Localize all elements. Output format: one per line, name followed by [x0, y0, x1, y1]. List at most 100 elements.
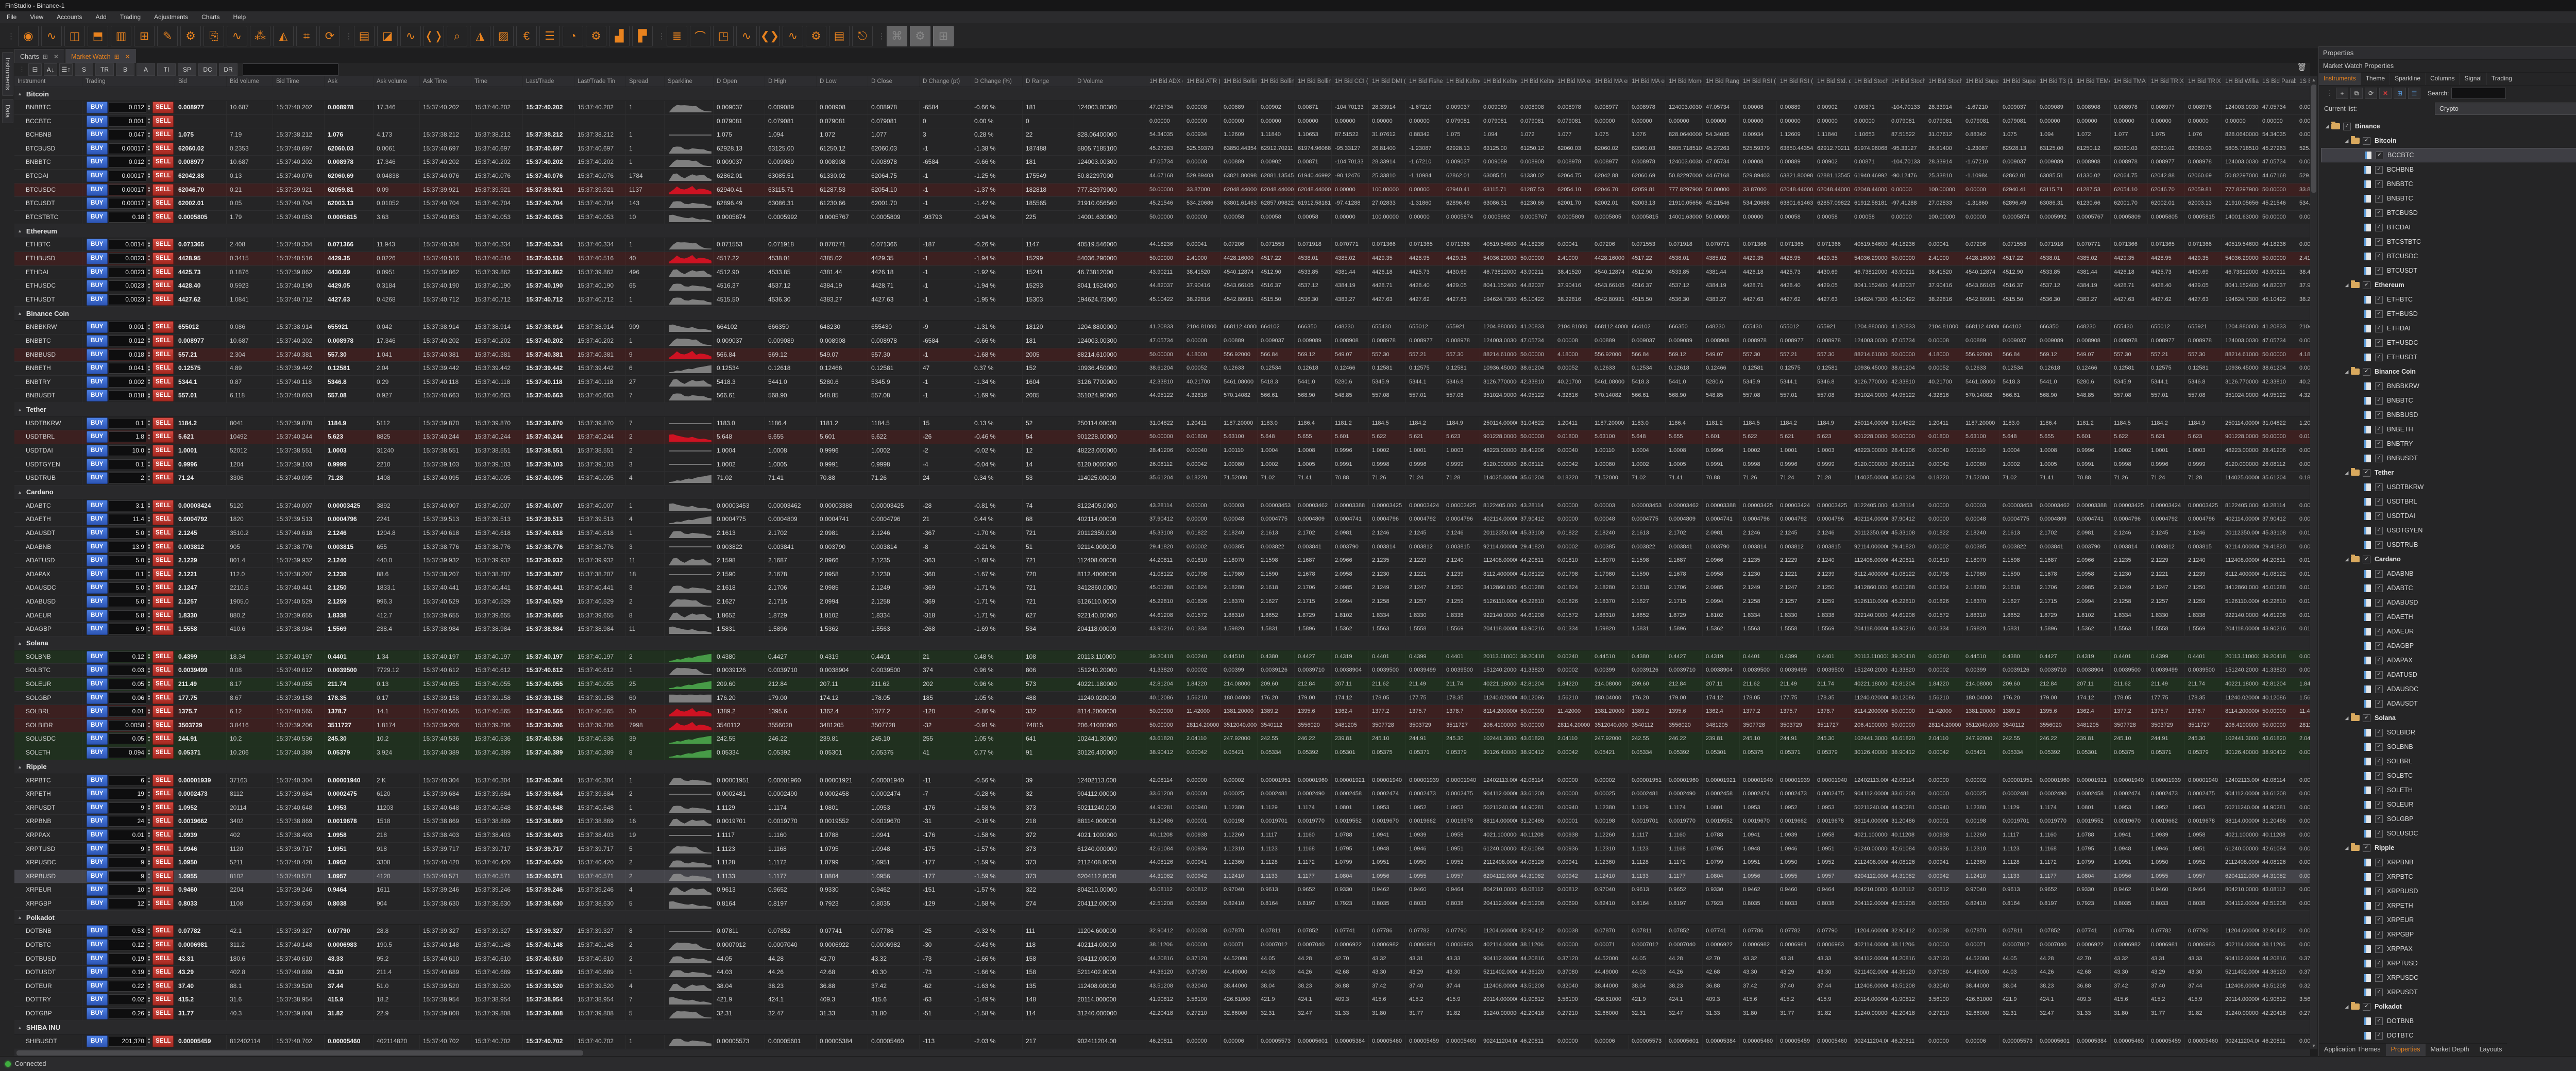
buy-button[interactable]: BUY: [87, 829, 108, 841]
column-header[interactable]: 1H Bid Super: [1962, 76, 1999, 87]
sell-button[interactable]: SELL: [152, 294, 174, 306]
quantity-stepper[interactable]: ▲▼: [146, 102, 152, 113]
sell-button[interactable]: SELL: [152, 843, 174, 855]
quantity-input[interactable]: 0.05: [109, 733, 146, 744]
column-header[interactable]: 1H Bid ATR (1: [1183, 76, 1221, 87]
spin-down-icon[interactable]: ▼: [146, 451, 152, 455]
table-row-adaeur[interactable]: ADAEURBUY5.8▲▼SELL1.8330880.215:37:39.65…: [14, 609, 2310, 623]
panel-search-input[interactable]: [2451, 88, 2506, 99]
sell-button[interactable]: SELL: [152, 802, 174, 814]
table-row-solbidr[interactable]: SOLBIDRBUY0.0058▲▼SELL35037293.841615:37…: [14, 719, 2310, 733]
collapse-icon[interactable]: ▲: [18, 311, 22, 316]
table-row-adausdc[interactable]: ADAUSDCBUY5.0▲▼SELL2.12472210.515:37:40.…: [14, 581, 2310, 595]
sell-button[interactable]: SELL: [152, 129, 174, 141]
tree-item-xrpusdc[interactable]: ✓XRPUSDC✕: [2321, 970, 2576, 985]
menu-accounts[interactable]: Accounts: [50, 11, 89, 23]
sell-button[interactable]: SELL: [152, 211, 174, 223]
buy-button[interactable]: BUY: [87, 253, 108, 264]
tree-item-usdtdai[interactable]: ✓USDTDAI✕: [2321, 509, 2576, 523]
tree-item-solbtc[interactable]: ✓SOLBTC✕: [2321, 768, 2576, 783]
column-header[interactable]: D Range: [1023, 76, 1074, 87]
sell-button[interactable]: SELL: [152, 102, 174, 113]
checkbox[interactable]: ✓: [2375, 209, 2383, 217]
spin-up-icon[interactable]: ▲: [146, 667, 152, 671]
ai-strategy-icon[interactable]: ⚙: [586, 26, 606, 46]
timer-info-icon[interactable]: ◔: [563, 26, 583, 46]
table-row-bnbusdt[interactable]: BNBUSDTBUY0.018▲▼SELL557.016.11815:37:40…: [14, 389, 2310, 403]
select-grid-icon[interactable]: ⊞: [2394, 88, 2406, 99]
quantity-input[interactable]: 0.1: [109, 569, 146, 580]
quantity-stepper[interactable]: ▲▼: [146, 500, 152, 511]
quantity-input[interactable]: 0.00017: [109, 171, 146, 181]
spin-down-icon[interactable]: ▼: [146, 863, 152, 866]
spin-up-icon[interactable]: ▲: [146, 969, 152, 973]
spin-down-icon[interactable]: ▼: [146, 108, 152, 111]
checkbox[interactable]: ✓: [2375, 685, 2383, 693]
buy-button[interactable]: BUY: [87, 623, 108, 635]
spin-up-icon[interactable]: ▲: [146, 694, 152, 698]
quantity-stepper[interactable]: ▲▼: [146, 171, 152, 181]
buy-button[interactable]: BUY: [87, 184, 108, 196]
tree-item-xrpbtc[interactable]: ✓XRPBTC✕: [2321, 869, 2576, 884]
filter-button-dc[interactable]: DC: [198, 63, 217, 76]
spin-down-icon[interactable]: ▼: [146, 739, 152, 743]
spin-up-icon[interactable]: ▲: [146, 859, 152, 863]
spin-down-icon[interactable]: ▼: [146, 162, 152, 166]
quantity-stepper[interactable]: ▲▼: [146, 775, 152, 786]
quantity-input[interactable]: 0.012: [109, 157, 146, 168]
collapse-icon[interactable]: ▲: [18, 1025, 22, 1030]
table-row-adabtc[interactable]: ADABTCBUY3.1▲▼SELL0.00003424512015:37:40…: [14, 499, 2310, 513]
sell-button[interactable]: SELL: [152, 582, 174, 594]
column-header[interactable]: 1H Bid Bolling: [1295, 76, 1332, 87]
table-row-dotbtc[interactable]: DOTBTCBUY0.12▲▼SELL0.0006981311.215:37:4…: [14, 939, 2310, 952]
menu-file[interactable]: File: [0, 11, 23, 23]
checkbox[interactable]: ✓: [2343, 123, 2351, 130]
tree-item-adausdt[interactable]: ✓ADAUSDT✕: [2321, 696, 2576, 711]
sell-button[interactable]: SELL: [152, 706, 174, 717]
table-row-xrpgbp[interactable]: XRPGBPBUY12▲▼SELL0.8033110815:37:38.6300…: [14, 897, 2310, 911]
sell-button[interactable]: SELL: [152, 829, 174, 841]
column-header[interactable]: 1H Bid Std. de: [1814, 76, 1851, 87]
spin-up-icon[interactable]: ▲: [146, 324, 152, 327]
spin-down-icon[interactable]: ▼: [146, 204, 152, 207]
tree-item-solusdc[interactable]: ✓SOLUSDC✕: [2321, 826, 2576, 841]
checkbox[interactable]: ✓: [2375, 224, 2383, 231]
chart-bars-icon[interactable]: ◪: [377, 26, 398, 46]
checkbox[interactable]: ✓: [2375, 426, 2383, 433]
buy-button[interactable]: BUY: [87, 294, 108, 306]
spin-up-icon[interactable]: ▲: [146, 255, 152, 258]
column-header[interactable]: 1H Bid Fisher: [1406, 76, 1443, 87]
sell-button[interactable]: SELL: [152, 513, 174, 525]
spin-down-icon[interactable]: ▼: [146, 780, 152, 784]
tree-item-usdtbkrw[interactable]: ✓USDTBKRW✕: [2321, 480, 2576, 494]
table-row-usdtrub[interactable]: USDTRUBBUY2▲▼SELL71.24330615:37:40.09571…: [14, 472, 2310, 486]
spin-up-icon[interactable]: ▲: [146, 392, 152, 396]
column-header[interactable]: Last/Trade: [523, 76, 574, 87]
spin-up-icon[interactable]: ▲: [146, 818, 152, 822]
column-header[interactable]: 1H Bid MA en: [1629, 76, 1666, 87]
spin-down-icon[interactable]: ▼: [146, 176, 152, 179]
spin-up-icon[interactable]: ▲: [146, 873, 152, 876]
expand-icon[interactable]: ◢: [2324, 124, 2330, 129]
quantity-stepper[interactable]: ▲▼: [146, 610, 152, 621]
sell-button[interactable]: SELL: [152, 239, 174, 250]
column-header[interactable]: 1H Bid RSI (14: [1740, 76, 1777, 87]
buy-button[interactable]: BUY: [87, 266, 108, 278]
quantity-stepper[interactable]: ▲▼: [146, 624, 152, 634]
column-header[interactable]: 1H Bid ADX (1: [1146, 76, 1183, 87]
tree-item-ethbtc[interactable]: ✓ETHBTC✕: [2321, 292, 2576, 307]
column-header[interactable]: 1H Bid TRIX (: [2148, 76, 2185, 87]
tree-item-dotbtc[interactable]: ✓DOTBTC✕: [2321, 1028, 2576, 1043]
signal-peak-icon[interactable]: ⌒: [690, 26, 710, 46]
spin-down-icon[interactable]: ▼: [146, 533, 152, 537]
filter-button-ti[interactable]: TI: [157, 63, 176, 76]
table-row-dotgbp[interactable]: DOTGBPBUY0.26▲▼SELL31.7740.315:37:39.808…: [14, 1007, 2310, 1021]
tree-item-soleth[interactable]: ✓SOLETH✕: [2321, 783, 2576, 797]
sell-button[interactable]: SELL: [152, 253, 174, 264]
sell-button[interactable]: SELL: [152, 980, 174, 992]
quantity-stepper[interactable]: ▲▼: [146, 555, 152, 566]
buy-button[interactable]: BUY: [87, 678, 108, 690]
checkbox[interactable]: ✓: [2363, 844, 2370, 852]
group-tree-icon[interactable]: ⊟: [28, 63, 42, 76]
quantity-stepper[interactable]: ▲▼: [146, 679, 152, 690]
